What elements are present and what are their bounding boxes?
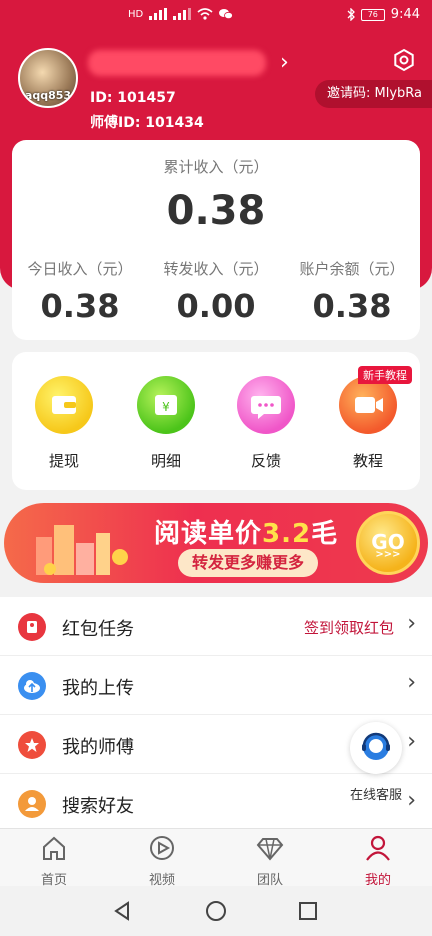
battery-icon: 76 xyxy=(360,8,385,21)
recents-icon[interactable] xyxy=(295,898,321,924)
menu-label: 反馈 xyxy=(250,452,281,470)
banner-subtitle: 转发更多赚更多 xyxy=(178,549,319,577)
red-envelope-icon xyxy=(18,613,46,641)
list-item-my-uploads[interactable]: 我的上传 › xyxy=(0,656,432,715)
wifi-icon xyxy=(197,8,213,20)
profile-chevron-icon[interactable]: › xyxy=(280,50,289,75)
list-item-label: 我的师傅 xyxy=(62,737,134,758)
list-item-label: 红包任务 xyxy=(62,619,134,640)
headset-icon xyxy=(350,722,402,774)
home-icon xyxy=(43,836,65,860)
list-item-hint: 签到领取红包 xyxy=(303,619,394,637)
list-item-label: 我的上传 xyxy=(62,678,134,699)
wechat-icon xyxy=(219,9,234,20)
cloud-upload-icon xyxy=(18,672,46,700)
calendar-yuan-icon: ¥ xyxy=(137,376,195,434)
diamond-icon xyxy=(256,838,284,861)
user-id: ID: 101457 xyxy=(90,90,176,106)
wallet-icon xyxy=(35,376,93,434)
avatar-caption: aqq853 xyxy=(24,89,72,102)
tab-team[interactable]: 团队 xyxy=(230,833,310,888)
earnings-card: 累计收入（元） 0.38 今日收入（元） 0.38 转发收入（元） 0.00 账… xyxy=(12,140,420,340)
stat-value: 0.38 xyxy=(312,287,392,325)
service-label: 在线客服 xyxy=(349,788,402,803)
home-circle-icon[interactable] xyxy=(203,898,229,924)
master-id: 师傅ID: 101434 xyxy=(90,115,204,131)
tutorial-button[interactable]: 新手教程 教程 xyxy=(318,366,418,471)
chevron-right-icon: › xyxy=(407,729,416,754)
stat-value: 0.00 xyxy=(176,287,256,325)
feedback-button[interactable]: 反馈 xyxy=(216,376,316,471)
buildings-illustration-icon xyxy=(36,525,128,575)
avatar[interactable]: aqq853 xyxy=(18,48,78,108)
tab-home[interactable]: 首页 xyxy=(14,833,94,888)
menu-label: 教程 xyxy=(352,452,383,470)
quick-menu-card: 提现 ¥ 明细 反馈 新手教程 教程 xyxy=(12,352,420,490)
new-tutorial-badge: 新手教程 xyxy=(358,366,412,384)
person-icon xyxy=(18,790,46,818)
signal-icon-2 xyxy=(173,8,192,20)
nickname-redacted[interactable] xyxy=(88,50,266,76)
forward-income-stat: 转发收入（元） 0.00 xyxy=(148,258,284,325)
banner-title-prefix: 阅读单价 xyxy=(154,519,263,549)
bottom-tab-bar: 首页 视频 团队 我的 xyxy=(0,828,432,888)
stat-label: 转发收入（元） xyxy=(163,260,269,278)
status-signal-group: HD xyxy=(128,8,234,20)
stat-label: 今日收入（元） xyxy=(27,260,133,278)
tab-video[interactable]: 视频 xyxy=(122,833,202,888)
user-icon xyxy=(366,835,390,861)
chevron-right-icon: › xyxy=(407,670,416,695)
banner-title-number: 3.2 xyxy=(262,519,312,549)
star-icon xyxy=(18,731,46,759)
details-button[interactable]: ¥ 明细 xyxy=(116,376,216,471)
bluetooth-icon xyxy=(347,8,355,21)
back-icon[interactable] xyxy=(110,898,136,924)
banner-title-suffix: 毛 xyxy=(311,519,339,549)
list-item-label: 搜索好友 xyxy=(62,796,134,817)
settings-icon[interactable] xyxy=(392,48,416,72)
stat-value: 0.38 xyxy=(40,287,120,325)
go-arrows: >>> xyxy=(375,549,401,560)
today-income-stat: 今日收入（元） 0.38 xyxy=(12,258,148,325)
menu-label: 提现 xyxy=(48,452,79,470)
list-item-red-envelope-task[interactable]: 红包任务 签到领取红包 › xyxy=(0,597,432,656)
total-income-value: 0.38 xyxy=(166,188,266,234)
menu-label: 明细 xyxy=(150,452,181,470)
tab-mine[interactable]: 我的 xyxy=(338,833,418,888)
system-nav-bar xyxy=(0,886,432,936)
chat-icon xyxy=(237,376,295,434)
chevron-right-icon: › xyxy=(407,611,416,636)
invite-code-badge[interactable]: 邀请码: MlybRa xyxy=(315,80,432,108)
play-icon xyxy=(150,836,174,860)
withdraw-button[interactable]: 提现 xyxy=(14,376,114,471)
stat-label: 账户余额（元） xyxy=(299,260,405,278)
banner-title: 阅读单价3.2毛 xyxy=(154,513,338,550)
go-button[interactable]: GO >>> xyxy=(356,511,420,575)
svg-text:¥: ¥ xyxy=(162,400,170,414)
signal-icon xyxy=(149,8,168,20)
chevron-right-icon: › xyxy=(407,788,416,813)
status-bar: HD 76 9:44 xyxy=(0,0,432,34)
total-income-label: 累计收入（元） xyxy=(163,158,269,176)
video-icon xyxy=(339,376,397,434)
status-right-group: 76 9:44 xyxy=(347,7,420,22)
account-balance-stat: 账户余额（元） 0.38 xyxy=(284,258,420,325)
hd-network-label: HD xyxy=(128,8,144,20)
reading-price-banner[interactable]: 阅读单价3.2毛 转发更多赚更多 GO >>> xyxy=(4,503,428,583)
status-time: 9:44 xyxy=(390,7,420,22)
online-service-button[interactable]: 在线客服 xyxy=(344,722,408,803)
